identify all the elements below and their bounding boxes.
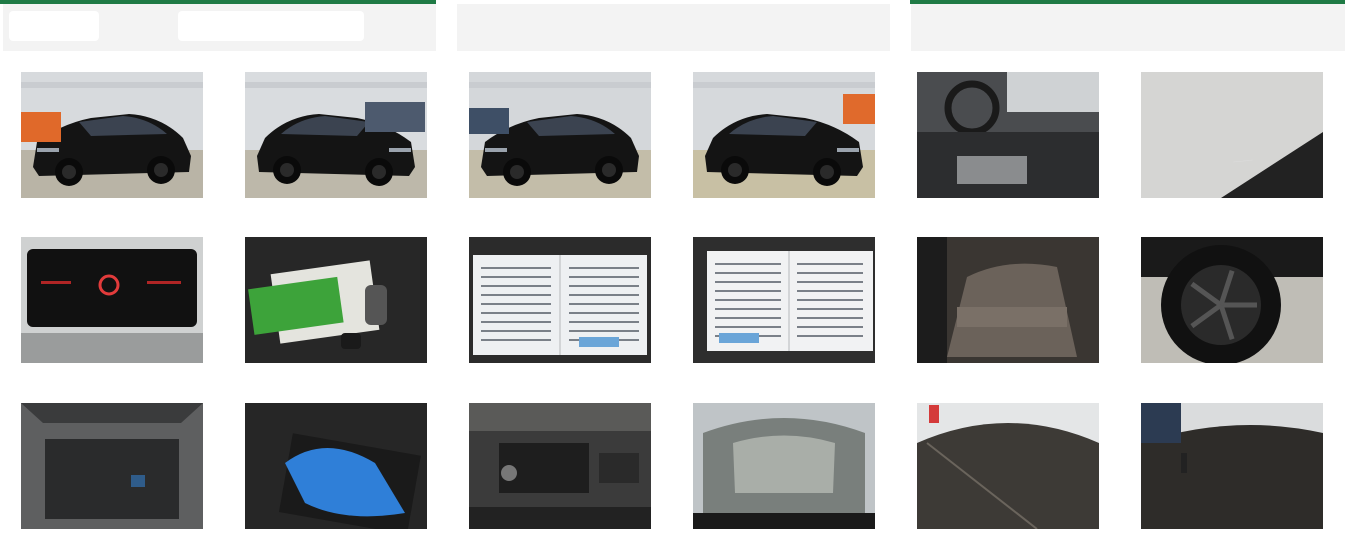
documents-icon	[469, 237, 651, 363]
photo-thumbnail-front-left[interactable]	[21, 72, 203, 198]
photo-thumbnail-windshield[interactable]	[693, 403, 875, 529]
photo-thumbnail-front-right[interactable]	[245, 72, 427, 198]
documents-icon	[245, 237, 427, 363]
car-interior-icon	[21, 403, 203, 529]
car-exterior-icon	[245, 72, 427, 198]
photo-thumbnail-rear-left[interactable]	[469, 72, 651, 198]
car-exterior-icon	[469, 403, 651, 529]
car-exterior-icon	[469, 72, 651, 198]
panel-header-2	[457, 4, 890, 51]
car-interior-icon	[245, 403, 427, 529]
car-interior-icon: _____	[1141, 72, 1323, 198]
car-exterior-icon	[21, 72, 203, 198]
photo-thumbnail-service-book-1[interactable]	[469, 237, 651, 363]
panel-header-1	[3, 4, 436, 51]
photo-thumbnail-instrument-cluster[interactable]	[21, 237, 203, 363]
car-interior-icon	[917, 237, 1099, 363]
photo-thumbnail-roof-1[interactable]	[917, 403, 1099, 529]
photo-thumbnail-trunk-equipment[interactable]	[245, 403, 427, 529]
car-exterior-icon	[917, 403, 1099, 529]
car-interior-icon	[21, 237, 203, 363]
header-button-1[interactable]	[9, 11, 99, 41]
photo-thumbnail-rear-right[interactable]	[693, 72, 875, 198]
photo-thumbnail-rear-seats[interactable]	[917, 237, 1099, 363]
photo-thumbnail-service-book-2[interactable]	[693, 237, 875, 363]
car-interior-icon	[917, 72, 1099, 198]
car-exterior-icon	[693, 403, 875, 529]
photo-thumbnail-engine-bay[interactable]	[469, 403, 651, 529]
car-exterior-icon	[1141, 237, 1323, 363]
photo-thumbnail-keys-and-manual[interactable]	[245, 237, 427, 363]
documents-icon	[693, 237, 875, 363]
car-exterior-icon	[693, 72, 875, 198]
car-exterior-icon	[1141, 403, 1323, 529]
photo-thumbnail-wheel[interactable]	[1141, 237, 1323, 363]
photo-thumbnail-interior-dashboard[interactable]	[917, 72, 1099, 198]
panel-header-3	[911, 4, 1345, 51]
photo-thumbnail-floor-mat-label[interactable]: _____	[1141, 72, 1323, 198]
photo-thumbnail-roof-2[interactable]	[1141, 403, 1323, 529]
photo-thumbnail-trunk[interactable]	[21, 403, 203, 529]
header-button-2[interactable]	[178, 11, 364, 41]
